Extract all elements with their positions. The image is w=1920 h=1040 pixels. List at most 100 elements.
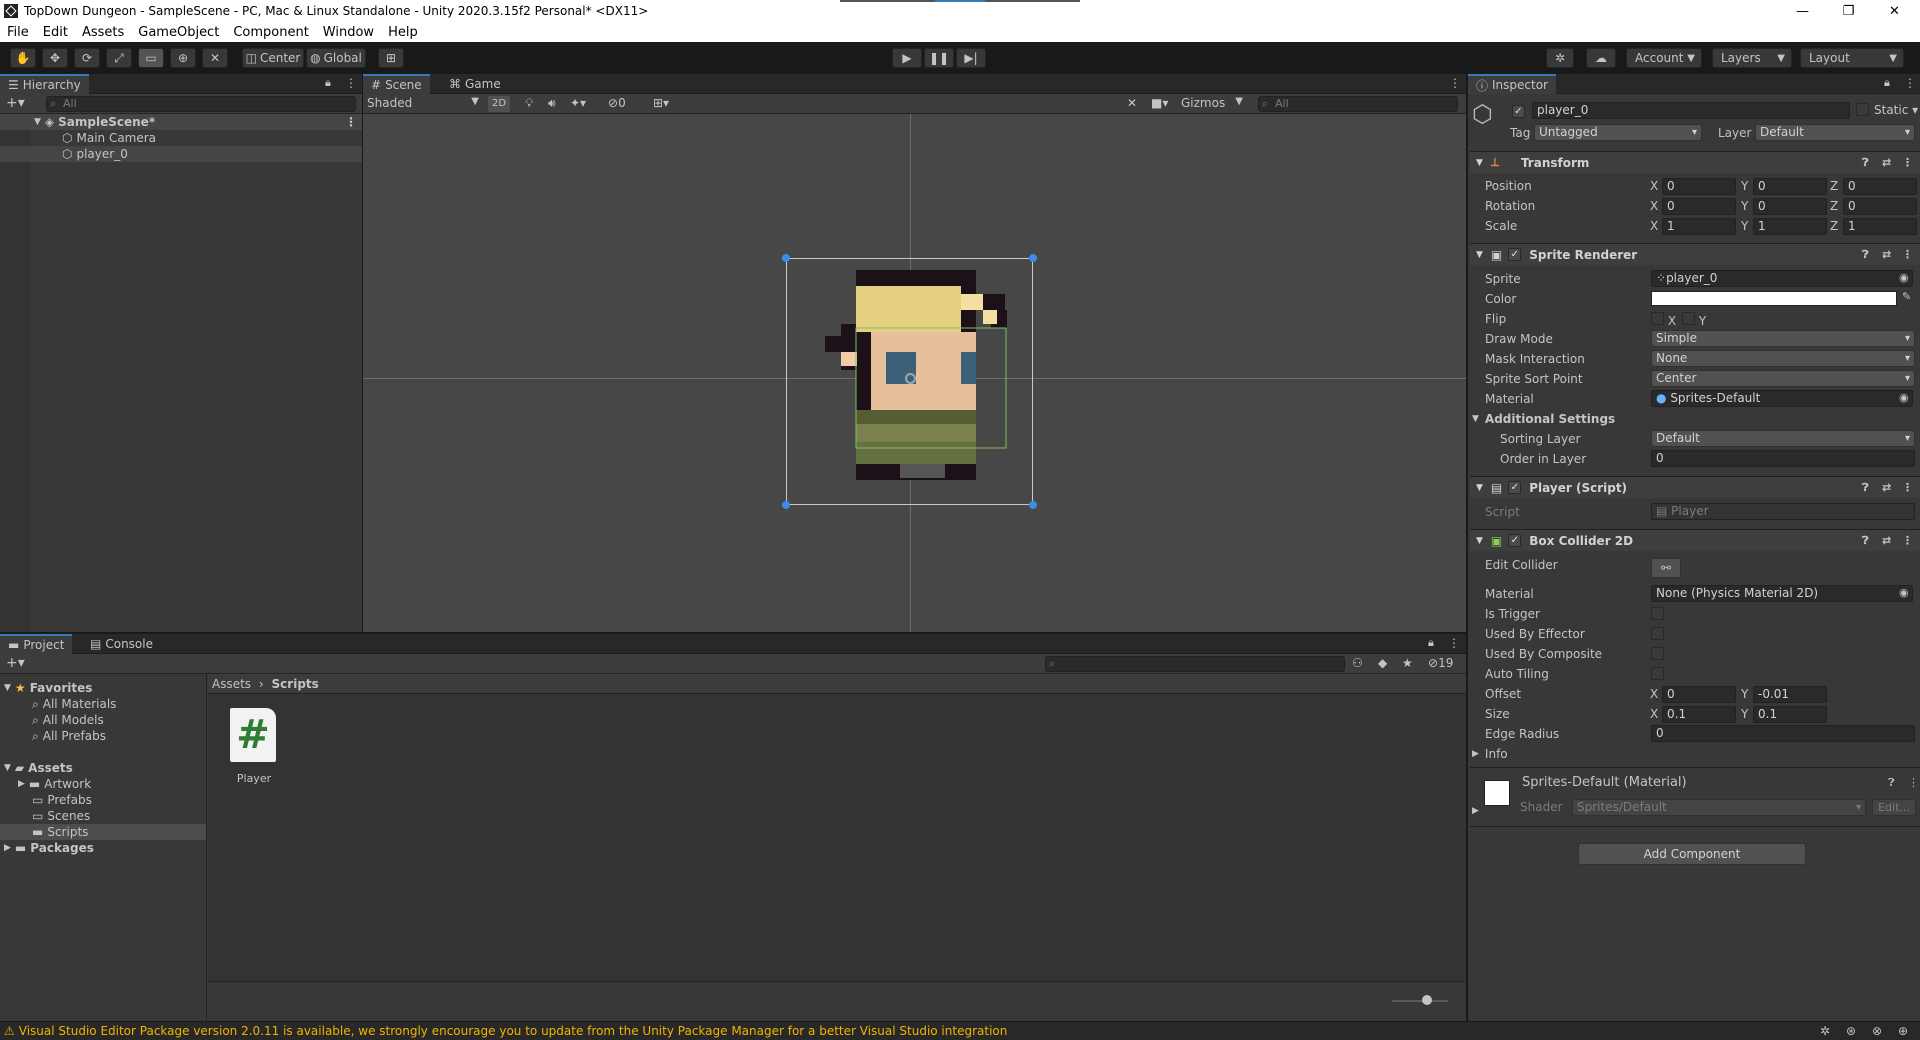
help-icon[interactable]: ❓︎ [1862, 156, 1869, 170]
tab-scene[interactable]: # Scene [363, 74, 430, 94]
rect-handle-top-right[interactable] [1029, 254, 1037, 262]
account-dropdown[interactable]: Account ▼ [1626, 48, 1702, 68]
player-script-header[interactable]: ▼ ▤ ✓ Player (Script) ❓︎ ⇄ ⋮ [1470, 476, 1920, 498]
player-script-enabled-checkbox[interactable]: ✓ [1508, 481, 1522, 494]
scene-canvas[interactable] [363, 114, 1466, 632]
pause-button[interactable]: ❚❚ [924, 48, 954, 68]
menu-edit[interactable]: Edit [36, 25, 75, 40]
add-plus-icon[interactable]: +▾ [6, 655, 25, 671]
grid-snap-icon[interactable]: ⊞ [378, 48, 404, 68]
progress-icon[interactable]: ⊛ [1846, 1024, 1856, 1038]
tab-hierarchy[interactable]: ☰ Hierarchy [0, 74, 89, 94]
rotation-z-field[interactable]: 0 [1843, 198, 1917, 215]
asset-player-script[interactable]: # [230, 708, 278, 762]
favorite-item[interactable]: ⌕ All Prefabs [32, 728, 106, 744]
menu-file[interactable]: File [0, 25, 36, 40]
tag-dropdown[interactable]: Untagged [1534, 124, 1702, 141]
auto-tiling-checkbox[interactable] [1651, 667, 1664, 683]
folder-scenes[interactable]: ▭ Scenes [32, 808, 90, 824]
2d-toggle[interactable]: 2D [488, 96, 510, 112]
size-x-field[interactable]: 0.1 [1662, 706, 1736, 723]
kebab-menu-icon[interactable]: ⋮ [1902, 156, 1913, 169]
help-icon[interactable]: ❓︎ [1862, 534, 1869, 548]
pivot-global-button[interactable]: ◍ Global [306, 48, 366, 68]
chevron-right-icon[interactable]: ▶ [1472, 806, 1479, 816]
folder-prefabs[interactable]: ▭ Prefabs [32, 792, 92, 808]
lighting-icon[interactable]: 💡︎ [525, 96, 533, 111]
menu-window[interactable]: Window [316, 25, 381, 40]
kebab-menu-icon[interactable]: ⋮ [345, 115, 357, 129]
material-field[interactable]: ● Sprites-Default [1651, 390, 1913, 407]
mask-interaction-dropdown[interactable]: None [1651, 350, 1915, 367]
kebab-menu-icon[interactable]: ⋮ [1908, 776, 1919, 789]
move-tool-icon[interactable]: ✥ [42, 48, 68, 68]
rect-handle-bottom-right[interactable] [1029, 501, 1037, 509]
eyedropper-icon[interactable]: ✎ [1902, 290, 1911, 303]
tab-game[interactable]: ⌘ Game [441, 74, 509, 94]
folder-artwork[interactable]: ▶ ▬ Artwork [18, 776, 91, 792]
tools-icon[interactable]: ✕ [1127, 96, 1137, 110]
lock-icon[interactable]: 🔒︎ [1428, 636, 1434, 650]
audio-icon[interactable]: 🔊︎ [548, 96, 556, 111]
cloud-icon[interactable]: ☁ [1586, 48, 1616, 68]
sprite-renderer-enabled-checkbox[interactable]: ✓ [1508, 248, 1522, 261]
offset-y-field[interactable]: -0.01 [1753, 686, 1827, 703]
additional-settings-foldout[interactable]: ▼ Additional Settings [1472, 410, 1615, 428]
draw-mode-dropdown[interactable]: Simple [1651, 330, 1915, 347]
rotate-tool-icon[interactable]: ⟳ [74, 48, 100, 68]
shader-edit-button[interactable]: Edit... [1872, 799, 1916, 816]
rect-handle-bottom-left[interactable] [782, 501, 790, 509]
shading-dropdown[interactable]: Shaded ▼ [367, 96, 483, 112]
object-picker-icon[interactable]: ◉ [1899, 586, 1909, 599]
favorite-item[interactable]: ⌕ All Models [32, 712, 104, 728]
minimize-icon[interactable]: — [1780, 0, 1825, 22]
favorite-item[interactable]: ⌕ All Materials [32, 696, 116, 712]
sprite-sort-point-dropdown[interactable]: Center [1651, 370, 1915, 387]
pivot-handle[interactable] [905, 373, 916, 384]
effects-icon[interactable]: ✦▾ [570, 96, 586, 110]
step-button[interactable]: ▶| [956, 48, 986, 68]
scale-y-field[interactable]: 1 [1753, 218, 1827, 235]
custom-tool-icon[interactable]: ✕ [202, 48, 228, 68]
favorite-star-icon[interactable]: ★ [1402, 656, 1413, 670]
offset-x-field[interactable]: 0 [1662, 686, 1736, 703]
box-collider-enabled-checkbox[interactable]: ✓ [1508, 534, 1522, 547]
object-name-field[interactable]: player_0 [1532, 102, 1850, 119]
static-checkbox[interactable] [1856, 103, 1869, 119]
transform-tool-icon[interactable]: ⊕ [170, 48, 196, 68]
gizmos-dropdown[interactable]: Gizmos ▼ [1181, 96, 1247, 112]
hidden-count-icon[interactable]: ⊘19 [1428, 656, 1453, 670]
sorting-layer-dropdown[interactable]: Default [1651, 430, 1915, 447]
close-icon[interactable]: ✕ [1872, 0, 1917, 22]
hierarchy-item-player[interactable]: ⬡ player_0 [0, 146, 362, 162]
menu-help[interactable]: Help [381, 25, 425, 40]
breadcrumb-scripts[interactable]: Scripts [272, 677, 319, 691]
preset-icon[interactable]: ⇄ [1882, 156, 1891, 169]
sprite-field[interactable]: ⁘player_0 [1651, 270, 1913, 287]
menu-assets[interactable]: Assets [75, 25, 131, 40]
used-by-effector-checkbox[interactable] [1651, 627, 1664, 643]
scene-row[interactable]: ▼ ◈ SampleScene* ⋮ [0, 114, 362, 130]
position-z-field[interactable]: 0 [1843, 178, 1917, 195]
rect-tool-icon[interactable]: ▭ [138, 48, 164, 68]
assets-folder[interactable]: ▼ ▰ Assets [4, 760, 73, 776]
rotation-y-field[interactable]: 0 [1753, 198, 1827, 215]
kebab-menu-icon[interactable]: ⋮ [1449, 76, 1461, 90]
grid-icon[interactable]: ⊞▾ [653, 96, 669, 110]
code-optimization-icon[interactable]: ⊕ [1898, 1024, 1908, 1038]
services-icon[interactable]: ✲ [1546, 48, 1574, 68]
hand-tool-icon[interactable]: ✋ [10, 48, 36, 68]
kebab-menu-icon[interactable]: ⋮ [1902, 481, 1913, 494]
packages-folder[interactable]: ▶ ▬ Packages [4, 840, 94, 856]
preset-icon[interactable]: ⇄ [1882, 534, 1891, 547]
layout-dropdown[interactable]: Layout ▼ [1800, 48, 1904, 68]
scale-tool-icon[interactable]: ⤢ [106, 48, 132, 68]
breadcrumb-assets[interactable]: Assets [212, 677, 251, 691]
scale-z-field[interactable]: 1 [1843, 218, 1917, 235]
flip-x-checkbox[interactable]: X [1651, 312, 1676, 328]
tab-console[interactable]: ▤ Console [82, 634, 161, 654]
help-icon[interactable]: ❓︎ [1862, 481, 1869, 495]
auto-generate-lighting-icon[interactable]: ⊗ [1872, 1024, 1882, 1038]
hidden-objects-icon[interactable]: ⊘0 [608, 96, 626, 110]
object-picker-icon[interactable]: ◉ [1899, 271, 1909, 284]
